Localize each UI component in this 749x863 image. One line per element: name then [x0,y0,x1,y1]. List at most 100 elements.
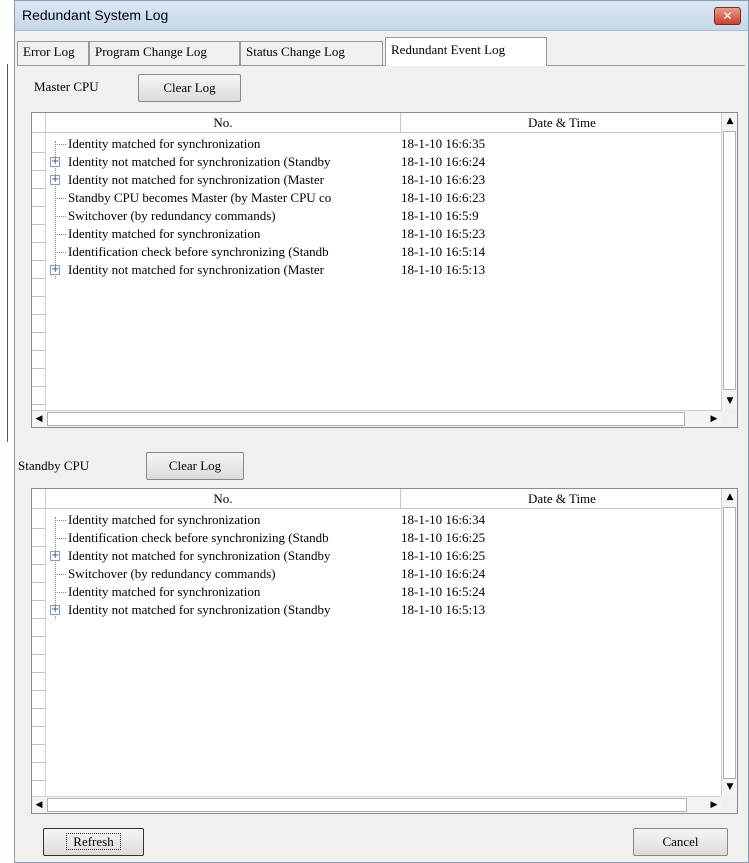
gutter-line [32,242,45,243]
event-description: Identity not matched for synchronization… [68,602,331,617]
scroll-thumb[interactable] [723,131,736,390]
tab-error-log[interactable]: Error Log [17,41,89,65]
gutter-line [32,260,45,261]
header-corner [32,489,46,509]
gutter-line [32,278,45,279]
gutter-line [32,744,45,745]
master-horizontal-scrollbar[interactable]: ◀ ▶ [32,410,721,427]
button-label: Clear Log [168,458,222,473]
event-datetime: 18-1-10 16:5:24 [401,584,486,599]
event-datetime: 18-1-10 16:6:35 [401,136,486,151]
scroll-left-icon[interactable]: ◀ [32,411,46,427]
event-datetime: 18-1-10 16:6:25 [401,548,486,563]
cancel-button[interactable]: Cancel [633,828,728,856]
log-row[interactable]: Switchover (by redundancy commands) 18-1-… [46,565,721,583]
tab-program-change-log[interactable]: Program Change Log [89,41,240,65]
gutter-line [32,654,45,655]
gutter-line [32,582,45,583]
master-clear-log-button[interactable]: Clear Log [138,74,241,102]
scroll-left-icon[interactable]: ◀ [32,797,46,813]
redundant-system-log-dialog: Redundant System Log ✕ Error Log Program… [14,0,749,863]
gutter-line [32,528,45,529]
log-row[interactable]: + Identity not matched for synchronizatio… [46,601,721,619]
gutter-line [32,332,45,333]
scroll-thumb[interactable] [47,798,687,812]
event-description: Identity matched for synchronization [68,584,261,599]
gutter-line [32,206,45,207]
background-window-edge [0,64,8,442]
scroll-up-icon[interactable]: ▲ [722,113,738,130]
standby-horizontal-scrollbar[interactable]: ◀ ▶ [32,796,721,813]
log-row[interactable]: Switchover (by redundancy commands) 18-1-… [46,207,721,225]
tab-label: Program Change Log [95,44,207,59]
scroll-up-icon[interactable]: ▲ [722,489,738,506]
scroll-corner [721,796,737,813]
log-row[interactable]: Standby CPU becomes Master (by Master CP… [46,189,721,207]
event-datetime: 18-1-10 16:6:23 [401,172,486,187]
gutter-line [32,386,45,387]
log-row[interactable]: + Identity not matched for synchronizatio… [46,261,721,279]
scroll-corner [721,410,737,427]
column-header-no[interactable]: No. [46,489,401,509]
event-datetime: 18-1-10 16:6:24 [401,566,486,581]
window-title: Redundant System Log [22,7,169,23]
column-header-datetime[interactable]: Date & Time [401,489,723,509]
scroll-right-icon[interactable]: ▶ [707,797,721,813]
title-bar[interactable]: Redundant System Log ✕ [15,1,748,31]
gutter-line [32,404,45,405]
log-row[interactable]: + Identity not matched for synchronizatio… [46,171,721,189]
refresh-button[interactable]: Refresh [43,828,144,856]
log-row[interactable]: Identity matched for synchronization 18-1… [46,511,721,529]
tab-label: Redundant Event Log [391,42,506,57]
gutter-line [32,762,45,763]
event-description: Identity matched for synchronization [68,136,261,151]
log-row[interactable]: Identity matched for synchronization 18-1… [46,583,721,601]
standby-vertical-scrollbar[interactable]: ▲ ▼ [721,489,737,796]
gutter-line [32,618,45,619]
standby-grid-header: No. Date & Time [32,489,721,509]
tab-redundant-event-log[interactable]: Redundant Event Log [385,37,547,66]
event-datetime: 18-1-10 16:5:13 [401,262,486,277]
log-row[interactable]: + Identity not matched for synchronizatio… [46,547,721,565]
master-grid-header: No. Date & Time [32,113,721,133]
event-description: Identity not matched for synchronization… [68,172,324,187]
gutter-line [32,188,45,189]
column-header-no[interactable]: No. [46,113,401,133]
log-row[interactable]: Identity matched for synchronization 18-1… [46,225,721,243]
tab-label: Error Log [23,44,75,59]
log-row[interactable]: Identification check before synchronizin… [46,243,721,261]
event-description: Identification check before synchronizin… [68,530,329,545]
log-row[interactable]: Identity matched for synchronization 18-1… [46,135,721,153]
scroll-down-icon[interactable]: ▼ [722,393,738,410]
close-button[interactable]: ✕ [714,7,741,25]
gutter-line [32,152,45,153]
master-vertical-scrollbar[interactable]: ▲ ▼ [721,113,737,410]
standby-cpu-label: Standby CPU [18,458,90,473]
event-description: Identification check before synchronizin… [68,244,329,259]
scroll-right-icon[interactable]: ▶ [707,411,721,427]
log-row[interactable]: Identification check before synchronizin… [46,529,721,547]
event-description: Identity not matched for synchronization… [68,548,331,563]
column-header-datetime[interactable]: Date & Time [401,113,723,133]
event-description: Identity matched for synchronization [68,226,261,241]
event-description: Switchover (by redundancy commands) [68,566,276,581]
event-datetime: 18-1-10 16:6:24 [401,154,486,169]
scroll-thumb[interactable] [47,412,685,426]
scroll-thumb[interactable] [723,507,736,779]
gutter-line [32,350,45,351]
master-log-grid[interactable]: No. Date & Time ▲ ▼ ◀ ▶ Identity matched… [31,112,738,428]
event-datetime: 18-1-10 16:5:9 [401,208,479,223]
standby-log-grid[interactable]: No. Date & Time ▲ ▼ ◀ ▶ Identity matched… [31,488,738,814]
tab-status-change-log[interactable]: Status Change Log [240,41,383,65]
scroll-down-icon[interactable]: ▼ [722,779,738,796]
standby-clear-log-button[interactable]: Clear Log [146,452,244,480]
button-label: Clear Log [163,80,216,95]
gutter-line [32,708,45,709]
gutter-line [32,296,45,297]
event-description: Switchover (by redundancy commands) [68,208,276,223]
gutter-line [32,690,45,691]
log-row[interactable]: + Identity not matched for synchronizatio… [46,153,721,171]
gutter-line [32,170,45,171]
event-datetime: 18-1-10 16:6:23 [401,190,486,205]
row-gutter [32,134,46,410]
